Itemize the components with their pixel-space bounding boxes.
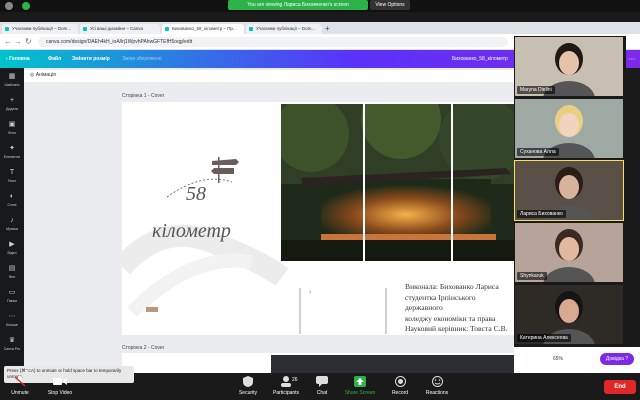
help-button[interactable]: Довідка ? — [600, 353, 634, 365]
stop-video-button[interactable]: Stop Video — [40, 376, 80, 396]
file-menu[interactable]: Файл — [48, 54, 61, 64]
author-text[interactable]: Виконала: Бихованко Лариса студентка Ірп… — [405, 282, 515, 335]
folders-icon: ▭ — [8, 289, 16, 296]
templates-icon: ▦ — [8, 73, 16, 80]
add-icon: + — [9, 97, 15, 104]
page-2-label: Сторінка 2 - Cover — [122, 345, 165, 351]
word-kilometr[interactable]: кілометр — [152, 220, 231, 243]
home-button[interactable]: ‹ Головна — [6, 54, 30, 64]
browser-tab[interactable]: Усі ваші дизайни – Canva — [80, 24, 160, 34]
view-options-button[interactable]: View Options — [370, 0, 410, 10]
number-58[interactable]: 58 — [186, 183, 206, 206]
sidebar-item-more[interactable]: ⋯ Більше — [0, 310, 24, 334]
smiley-icon — [431, 376, 443, 387]
participant-video-tile[interactable]: Суханова Алла — [515, 99, 623, 158]
video-icon: ▶ — [9, 241, 15, 248]
canva-pro-icon: ♛ — [8, 337, 16, 344]
saved-status: Зміни збережено — [122, 56, 162, 62]
sidebar-item-elements[interactable]: ✦ Елементи — [0, 142, 24, 166]
shield-icon — [243, 376, 253, 387]
sidebar-item-photos[interactable]: ▣ Фото — [0, 118, 24, 142]
participant-video-tile[interactable]: Maryna Dielini — [515, 37, 623, 96]
sidebar-item-music[interactable]: ♪ Музика — [0, 214, 24, 238]
sidebar-item-label: Canva Pro — [3, 347, 21, 351]
share-screen-button[interactable]: Share Screen — [340, 376, 380, 396]
canva-favicon-icon — [5, 27, 9, 31]
sidebar-item-label: Музика — [6, 227, 18, 231]
sidebar-item-add[interactable]: + Додати — [0, 94, 24, 118]
sidebar-item-text[interactable]: T Текст — [0, 166, 24, 190]
participant-name: Shynkaruk — [517, 272, 547, 280]
participant-video-tile[interactable]: Shynkaruk — [515, 223, 623, 282]
canva-favicon-icon — [83, 27, 87, 31]
page-number: 1 — [309, 289, 312, 294]
sidebar-item-label: Фото — [7, 131, 17, 135]
participant-name: Maryna Dielini — [517, 86, 555, 94]
sidebar-item-label: Текст — [7, 179, 17, 183]
share-banner: You are viewing Лариса Биховченко's scre… — [228, 0, 368, 10]
sidebar-item-label: Більше — [6, 323, 18, 327]
more-icon: ⋯ — [8, 313, 16, 320]
more-options-icon[interactable]: ⋯ — [626, 54, 638, 66]
muted-mic-icon — [14, 376, 26, 387]
sidebar-item-label: Стилі — [7, 203, 17, 207]
sidebar-item-label: Папки — [7, 299, 17, 303]
sidebar-item-video[interactable]: ▶ Відео — [0, 238, 24, 262]
text-icon: T — [9, 169, 15, 176]
participant-name: Суханова Алла — [517, 148, 559, 156]
chat-icon — [316, 376, 328, 387]
record-button[interactable]: Record — [380, 376, 420, 396]
sidebar-item-templates[interactable]: ▦ Шаблони — [0, 70, 24, 94]
sidebar-item-label: Фон — [8, 275, 16, 279]
photos-icon: ▣ — [8, 121, 16, 128]
url-field[interactable]: canva.com/design/DAEh4kH_ioA/lrj1WpvhPAh… — [38, 37, 508, 47]
sidebar-item-styles[interactable]: ◐ Стилі — [0, 190, 24, 214]
sidebar-item-label: Шаблони — [4, 83, 20, 87]
green-shield-icon[interactable] — [22, 2, 30, 10]
new-tab-plus-icon[interactable]: + — [325, 24, 330, 34]
reactions-button[interactable]: Reactions — [417, 376, 457, 396]
sidebar-item-label: Елементи — [3, 155, 21, 159]
sidebar-item-label: Додати — [6, 107, 18, 111]
resize-button[interactable]: Змінити розмір — [72, 54, 110, 64]
shield-icon[interactable] — [5, 2, 13, 10]
styles-icon: ◐ — [9, 193, 15, 200]
back-icon[interactable]: ← — [4, 37, 12, 47]
record-icon — [394, 376, 406, 387]
participants-icon — [281, 376, 291, 387]
background-icon: ▤ — [8, 265, 16, 272]
sidebar-item-background[interactable]: ▤ Фон — [0, 262, 24, 286]
house-image — [281, 104, 514, 261]
participant-video-tile[interactable]: Катерина Алексеева — [515, 285, 623, 344]
zoom-percentage[interactable]: 65% — [553, 356, 563, 362]
editor-toolbar — [24, 70, 514, 82]
security-button[interactable]: Security — [228, 376, 268, 396]
forward-icon[interactable]: → — [14, 37, 22, 47]
sidebar-item-label: Відео — [7, 251, 17, 255]
share-screen-icon — [354, 376, 366, 387]
chat-button[interactable]: Chat — [302, 376, 342, 396]
canva-favicon-icon — [249, 27, 253, 31]
browser-tab-active[interactable]: Бихованко_58_кілометр – Пр... — [162, 24, 244, 34]
browser-tab[interactable]: Учасники публікації – Dom... — [2, 24, 78, 34]
end-meeting-button[interactable]: End — [604, 380, 636, 394]
music-icon: ♪ — [10, 217, 14, 224]
sidebar-item-folders[interactable]: ▭ Папки — [0, 286, 24, 310]
document-title[interactable]: Бихованко_58_кілометр — [452, 54, 508, 64]
page-2-preview — [271, 355, 514, 373]
reload-icon[interactable]: ↻ — [25, 37, 32, 47]
page-1-label: Сторінка 1 - Cover — [122, 93, 165, 99]
participant-name: Катерина Алексеева — [517, 334, 571, 342]
video-camera-icon — [53, 378, 67, 385]
unmute-button[interactable]: Unmute — [0, 376, 40, 396]
sidebar-item-canva-pro[interactable]: ♛ Canva Pro — [0, 334, 24, 358]
canva-favicon-icon — [165, 27, 169, 31]
participant-name: Лариса Бихованко — [517, 210, 566, 218]
animation-button[interactable]: ◎ Анімація — [30, 72, 56, 78]
elements-icon: ✦ — [9, 145, 15, 152]
participants-count: 26 — [292, 377, 298, 383]
participant-video-tile[interactable]: Лариса Бихованко — [514, 160, 624, 221]
browser-tab[interactable]: Учасники публікації – Dom... — [246, 24, 322, 34]
house-photo[interactable] — [281, 104, 514, 261]
